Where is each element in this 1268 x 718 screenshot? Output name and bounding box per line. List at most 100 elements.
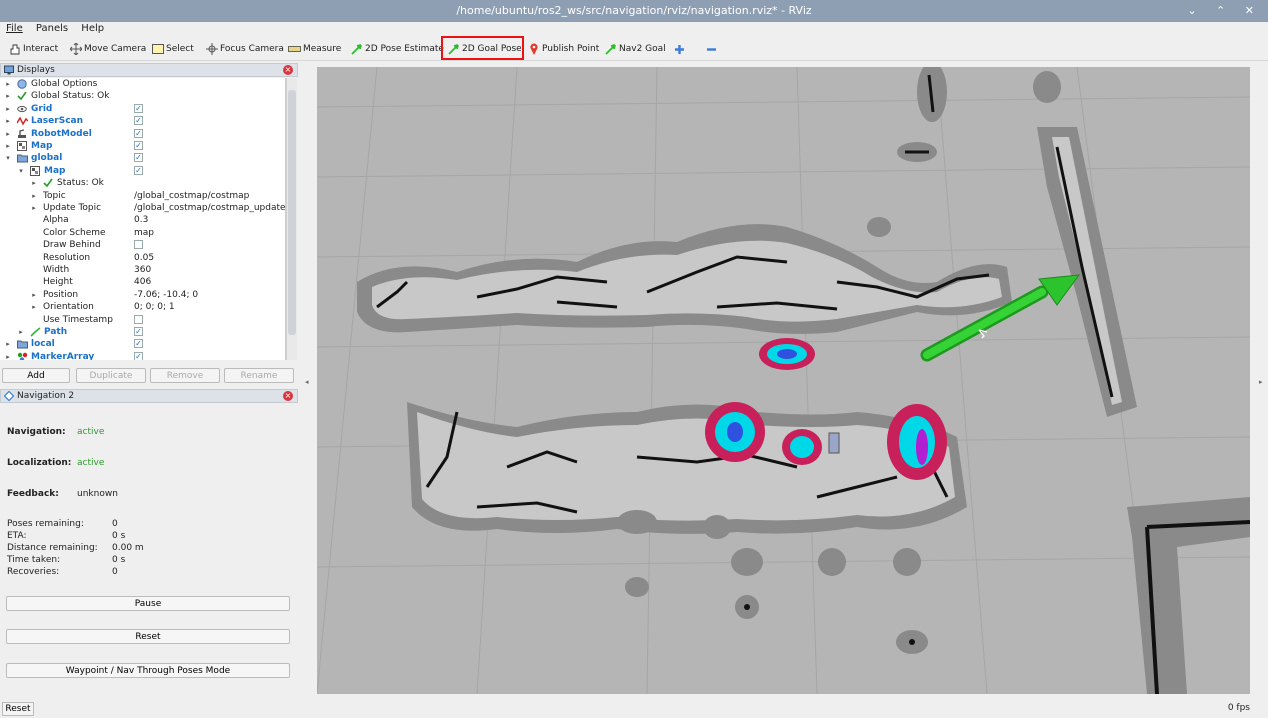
tree-row-global[interactable]: ▾ global ✓ bbox=[0, 152, 285, 164]
tree-row-status[interactable]: ▸ Status: Ok bbox=[0, 177, 285, 189]
navigation-label: Navigation: bbox=[7, 427, 66, 437]
feedback-status: unknown bbox=[77, 489, 118, 499]
map-grid-icon bbox=[30, 165, 40, 176]
visibility-checkbox[interactable]: ✓ bbox=[134, 327, 143, 336]
visibility-checkbox[interactable]: ✓ bbox=[134, 351, 143, 360]
tree-row-local[interactable]: ▸ local ✓ bbox=[0, 338, 285, 350]
focus-camera-tool[interactable]: Focus Camera bbox=[205, 40, 284, 58]
property-height[interactable]: Height 406 bbox=[0, 276, 285, 288]
property-resolution[interactable]: Resolution 0.05 bbox=[0, 252, 285, 264]
minus-icon bbox=[705, 43, 718, 56]
pose-estimate-tool[interactable]: 2D Pose Estimate bbox=[350, 40, 444, 58]
window-controls[interactable]: ⌄ ⌃ ✕ bbox=[1187, 0, 1262, 22]
window-title: /home/ubuntu/ros2_ws/src/navigation/rviz… bbox=[456, 4, 812, 17]
visibility-checkbox[interactable]: ✓ bbox=[134, 165, 143, 175]
measure-tool[interactable]: Measure bbox=[288, 40, 341, 58]
3d-render-viewport[interactable] bbox=[317, 67, 1250, 694]
visibility-checkbox[interactable]: ✓ bbox=[134, 116, 143, 126]
tree-row-markerarray[interactable]: ▸ MarkerArray ✓ bbox=[0, 351, 285, 360]
displays-scrollbar[interactable] bbox=[286, 78, 297, 360]
visibility-checkbox[interactable]: ✓ bbox=[134, 103, 143, 113]
displays-panel-header: Displays × bbox=[0, 63, 298, 77]
tree-row-grid[interactable]: ▸ Grid ✓ bbox=[0, 103, 285, 115]
move-arrows-icon bbox=[69, 43, 82, 56]
close-icon[interactable]: × bbox=[283, 391, 293, 401]
property-position[interactable]: ▸ Position -7.06; -10.4; 0 bbox=[0, 289, 285, 301]
property-topic[interactable]: ▸ Topic /global_costmap/costmap bbox=[0, 190, 285, 202]
feedback-label: Feedback: bbox=[7, 489, 59, 499]
splitter-right-arrow[interactable]: ▸ bbox=[1259, 378, 1263, 386]
menu-bar: File Panels Help bbox=[0, 22, 1268, 36]
nav2-diamond-icon bbox=[3, 390, 15, 402]
tree-row-robotmodel[interactable]: ▸ RobotModel ✓ bbox=[0, 128, 285, 140]
visibility-checkbox[interactable]: ✓ bbox=[134, 128, 143, 138]
reset-nav-button[interactable]: Reset bbox=[6, 629, 290, 644]
window-titlebar: /home/ubuntu/ros2_ws/src/navigation/rviz… bbox=[0, 0, 1268, 22]
duplicate-button[interactable]: Duplicate bbox=[76, 368, 146, 383]
interact-tool[interactable]: Interact bbox=[8, 40, 58, 58]
property-color-scheme[interactable]: Color Scheme map bbox=[0, 227, 285, 239]
publish-point-tool[interactable]: Publish Point bbox=[527, 40, 599, 58]
costmap-scene[interactable] bbox=[317, 67, 1250, 694]
splitter-left-arrow[interactable]: ◂ bbox=[305, 378, 309, 386]
marker-array-icon bbox=[17, 352, 28, 360]
tree-row-global-map[interactable]: ▾ Map ✓ bbox=[0, 165, 285, 177]
add-display-button[interactable]: Add bbox=[2, 368, 70, 383]
goal-pose-highlight-box bbox=[441, 36, 524, 60]
displays-title: Displays bbox=[17, 65, 55, 75]
stat-label: ETA: bbox=[7, 531, 27, 541]
property-orientation[interactable]: ▸ Orientation 0; 0; 0; 1 bbox=[0, 301, 285, 313]
stat-label: Poses remaining: bbox=[7, 519, 84, 529]
stat-value: 0 bbox=[112, 567, 118, 577]
map-grid-icon bbox=[17, 141, 27, 151]
add-tool-button[interactable] bbox=[673, 40, 688, 58]
remove-button[interactable]: Remove bbox=[150, 368, 220, 383]
tree-row-laserscan[interactable]: ▸ LaserScan ✓ bbox=[0, 115, 285, 127]
visibility-checkbox[interactable]: ✓ bbox=[134, 153, 143, 163]
property-use-timestamp[interactable]: Use Timestamp bbox=[0, 314, 285, 326]
visibility-checkbox[interactable]: ✓ bbox=[134, 141, 143, 150]
robot-arm-icon bbox=[17, 128, 27, 139]
visibility-checkbox[interactable]: ✓ bbox=[134, 339, 143, 349]
menu-help[interactable]: Help bbox=[81, 22, 104, 35]
tree-row-path[interactable]: ▸ Path ✓ bbox=[0, 326, 285, 338]
rename-button[interactable]: Rename bbox=[224, 368, 294, 383]
hand-icon bbox=[8, 43, 21, 56]
select-box-icon bbox=[151, 43, 164, 56]
property-alpha[interactable]: Alpha 0.3 bbox=[0, 214, 285, 226]
menu-file[interactable]: File bbox=[6, 22, 23, 35]
nav2-title: Navigation 2 bbox=[17, 391, 75, 401]
nav2-panel: Navigation: active Localization: active … bbox=[0, 404, 298, 700]
move-camera-tool[interactable]: Move Camera bbox=[69, 40, 146, 58]
property-update-topic[interactable]: ▸ Update Topic /global_costmap/costmap_u… bbox=[0, 202, 285, 214]
nav2-goal-tool[interactable]: Nav2 Goal bbox=[604, 40, 666, 58]
stat-label: Recoveries: bbox=[7, 567, 60, 577]
reset-view-button[interactable]: Reset bbox=[2, 702, 34, 716]
tree-row-global-options[interactable]: ▸ Global Options bbox=[0, 78, 285, 90]
localization-status: active bbox=[77, 458, 105, 468]
checkmark-icon bbox=[17, 91, 27, 101]
green-arrow-icon bbox=[350, 43, 363, 56]
checkmark-icon bbox=[43, 178, 53, 188]
select-tool[interactable]: Select bbox=[151, 40, 194, 58]
tree-row-map[interactable]: ▸ Map ✓ bbox=[0, 140, 285, 152]
fps-counter: 0 fps bbox=[1227, 703, 1250, 713]
grid-eye-icon bbox=[17, 104, 27, 114]
pause-button[interactable]: Pause bbox=[6, 596, 290, 611]
folder-icon bbox=[17, 153, 28, 163]
navigation-status: active bbox=[77, 427, 105, 437]
close-icon[interactable]: × bbox=[283, 65, 293, 75]
menu-panels[interactable]: Panels bbox=[36, 22, 68, 35]
scrollbar-thumb[interactable] bbox=[288, 90, 296, 335]
waypoint-mode-button[interactable]: Waypoint / Nav Through Poses Mode bbox=[6, 663, 290, 678]
globe-icon bbox=[17, 79, 27, 89]
tree-row-global-status[interactable]: ▸ Global Status: Ok bbox=[0, 90, 285, 102]
stat-value: 0 bbox=[112, 519, 118, 529]
remove-tool-button[interactable] bbox=[705, 40, 720, 58]
localization-label: Localization: bbox=[7, 458, 72, 468]
property-width[interactable]: Width 360 bbox=[0, 264, 285, 276]
property-draw-behind[interactable]: Draw Behind bbox=[0, 239, 285, 251]
stat-label: Time taken: bbox=[7, 555, 61, 565]
draw-behind-checkbox[interactable] bbox=[134, 240, 143, 250]
use-timestamp-checkbox[interactable] bbox=[134, 314, 143, 324]
